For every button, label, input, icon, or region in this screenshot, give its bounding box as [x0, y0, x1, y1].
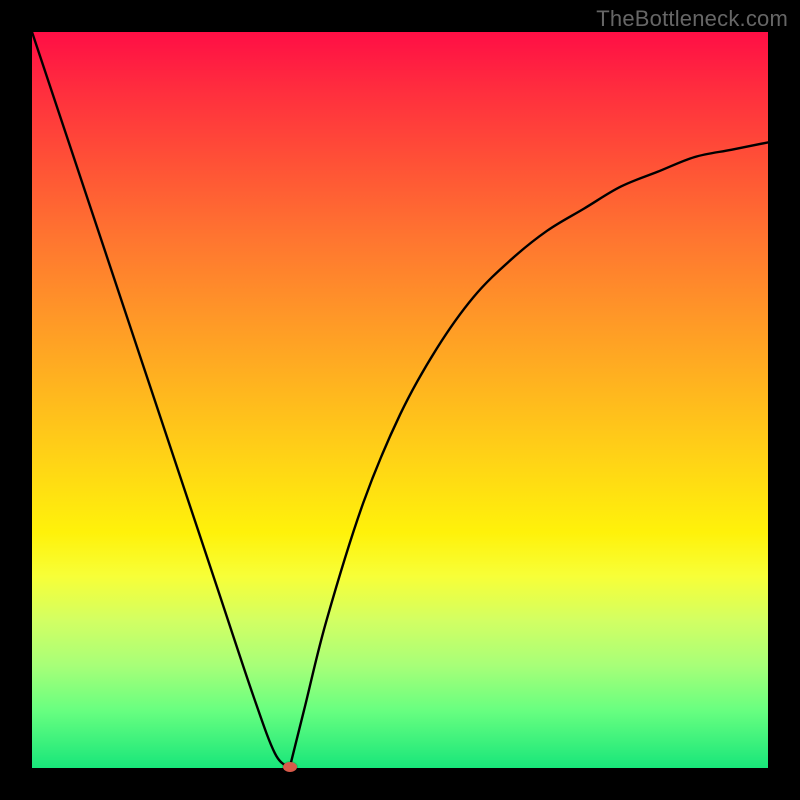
chart-frame: TheBottleneck.com — [0, 0, 800, 800]
watermark-text: TheBottleneck.com — [596, 6, 788, 32]
minimum-marker — [283, 762, 297, 772]
bottleneck-curve — [32, 32, 768, 768]
plot-area — [32, 32, 768, 768]
